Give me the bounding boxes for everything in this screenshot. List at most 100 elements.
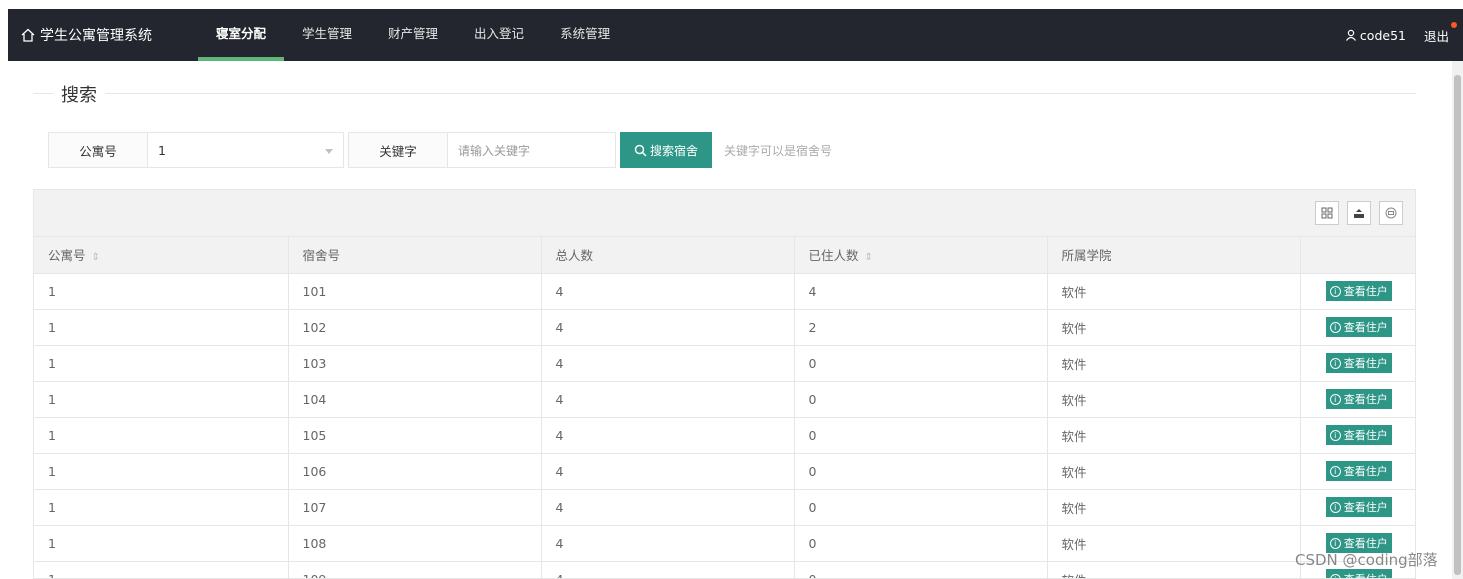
view-residents-button[interactable]: i查看住户 bbox=[1325, 497, 1392, 517]
cell-apartment: 1 bbox=[34, 561, 289, 578]
col-header-total: 总人数 bbox=[541, 237, 795, 274]
cell-apartment: 1 bbox=[34, 453, 289, 490]
cell-actions: i查看住户 bbox=[1300, 453, 1415, 490]
cell-actions: i查看住户 bbox=[1300, 345, 1415, 382]
cell-college: 软件 bbox=[1047, 345, 1301, 382]
cell-apartment: 1 bbox=[34, 381, 289, 418]
col-header-apartment[interactable]: 公寓号 ⇕ bbox=[34, 237, 289, 274]
view-residents-button[interactable]: i查看住户 bbox=[1325, 317, 1392, 337]
export-icon[interactable] bbox=[1347, 201, 1371, 225]
nav-item-property-manage[interactable]: 财产管理 bbox=[370, 9, 456, 61]
cell-room: 101 bbox=[288, 273, 542, 310]
logout-link[interactable]: 退出 bbox=[1423, 21, 1457, 45]
view-residents-button[interactable]: i查看住户 bbox=[1325, 281, 1392, 301]
cell-college: 软件 bbox=[1047, 453, 1301, 490]
cell-occupied: 2 bbox=[794, 309, 1048, 346]
dorm-table: 公寓号 ⇕ 宿舍号 总人数 已住人数 ⇕ 所属学院 1 101 4 4 软件 i 查看住户 1 10… bbox=[33, 189, 1416, 579]
cell-apartment: 1 bbox=[34, 489, 289, 526]
search-button-label: 搜索宿舍 bbox=[650, 143, 699, 158]
username: code51 bbox=[1359, 27, 1406, 43]
table-row: 1 102 4 2 软件 i 查看住户 bbox=[34, 309, 1415, 346]
watermark: CSDN @coding部落 bbox=[1295, 551, 1438, 569]
cell-occupied: 0 bbox=[794, 417, 1048, 454]
info-icon: i bbox=[1329, 537, 1341, 549]
nav-item-dorm-assign[interactable]: 寝室分配 bbox=[198, 9, 285, 61]
scrollbar-thumb[interactable] bbox=[1454, 75, 1461, 575]
info-icon: i bbox=[1329, 321, 1341, 333]
columns-icon[interactable] bbox=[1315, 201, 1339, 225]
keyword-input[interactable]: 请输入关键字 bbox=[448, 132, 616, 168]
nav-item-access-log[interactable]: 出入登记 bbox=[456, 9, 542, 61]
cell-occupied: 0 bbox=[794, 489, 1048, 526]
table-row: 1 105 4 0 软件 i 查看住户 bbox=[34, 417, 1415, 454]
table-row: 1 107 4 0 软件 i 查看住户 bbox=[34, 489, 1415, 526]
brand-title: 学生公寓管理系统 bbox=[40, 28, 152, 44]
col-header-room: 宿舍号 bbox=[288, 237, 542, 274]
view-residents-button[interactable]: i查看住户 bbox=[1325, 425, 1392, 445]
cell-total: 4 bbox=[541, 453, 795, 490]
view-residents-label: 查看住户 bbox=[1343, 465, 1388, 478]
cell-total: 4 bbox=[541, 381, 795, 418]
search-icon bbox=[634, 144, 647, 157]
nav-item-student-manage[interactable]: 学生管理 bbox=[284, 9, 370, 61]
cell-occupied: 0 bbox=[794, 453, 1048, 490]
cell-total: 4 bbox=[541, 309, 795, 346]
user-menu[interactable]: code51 bbox=[1345, 28, 1406, 43]
sort-icon: ⇕ bbox=[864, 252, 873, 264]
cell-apartment: 1 bbox=[34, 345, 289, 382]
dorm-data-table: 公寓号 ⇕ 宿舍号 总人数 已住人数 ⇕ 所属学院 1 101 4 4 软件 i 查看住户 1 10… bbox=[34, 237, 1415, 578]
cell-actions: i查看住户 bbox=[1300, 489, 1415, 526]
info-icon: i bbox=[1329, 501, 1341, 513]
view-residents-label: 查看住户 bbox=[1343, 393, 1388, 406]
search-dorm-button[interactable]: 搜索宿舍 bbox=[620, 132, 713, 168]
view-residents-button[interactable]: i查看住户 bbox=[1325, 461, 1392, 481]
info-icon: i bbox=[1329, 357, 1341, 369]
cell-room: 109 bbox=[288, 561, 542, 578]
nav-right: code51 退出 bbox=[1345, 9, 1457, 61]
print-icon[interactable] bbox=[1379, 201, 1403, 225]
user-icon bbox=[1345, 29, 1356, 41]
cell-occupied: 0 bbox=[794, 561, 1048, 578]
cell-apartment: 1 bbox=[34, 417, 289, 454]
col-header-occupied[interactable]: 已住人数 ⇕ bbox=[794, 237, 1048, 274]
cell-college: 软件 bbox=[1047, 309, 1301, 346]
info-icon: i bbox=[1329, 285, 1341, 297]
notification-dot bbox=[1451, 21, 1457, 28]
cell-apartment: 1 bbox=[34, 273, 289, 310]
cell-actions: i查看住户 bbox=[1300, 381, 1415, 418]
table-row: 110940软件 i查看住户 bbox=[34, 561, 1415, 578]
cell-total: 4 bbox=[541, 489, 795, 526]
view-residents-label: 查看住户 bbox=[1343, 429, 1388, 442]
cell-actions: i查看住户 bbox=[1300, 417, 1415, 454]
cell-college: 软件 bbox=[1047, 525, 1301, 562]
view-residents-button[interactable]: i查看住户 bbox=[1325, 389, 1392, 409]
main-nav: 寝室分配 学生管理 财产管理 出入登记 系统管理 bbox=[198, 9, 628, 61]
view-residents-button[interactable]: i查看住户 bbox=[1325, 569, 1392, 578]
brand[interactable]: 学生公寓管理系统 bbox=[20, 9, 152, 61]
search-hint: 关键字可以是宿舍号 bbox=[724, 143, 833, 158]
cell-room: 103 bbox=[288, 345, 542, 382]
cell-room: 106 bbox=[288, 453, 542, 490]
cell-total: 4 bbox=[541, 273, 795, 310]
cell-college: 软件 bbox=[1047, 381, 1301, 418]
cell-college: 软件 bbox=[1047, 273, 1301, 310]
apartment-select-value: 1 bbox=[158, 142, 166, 158]
view-residents-label: 查看住户 bbox=[1343, 501, 1388, 514]
table-row: 1 108 4 0 软件 i 查看住户 bbox=[34, 525, 1415, 562]
keyword-label: 关键字 bbox=[348, 132, 448, 168]
top-navbar: 学生公寓管理系统 寝室分配 学生管理 财产管理 出入登记 系统管理 code51… bbox=[8, 9, 1463, 61]
page-scrollbar[interactable] bbox=[1452, 61, 1463, 579]
table-toolbar bbox=[34, 190, 1415, 237]
cell-college: 软件 bbox=[1047, 561, 1301, 578]
view-residents-button[interactable]: i查看住户 bbox=[1325, 353, 1392, 373]
table-row: 1 106 4 0 软件 i 查看住户 bbox=[34, 453, 1415, 490]
nav-item-system-manage[interactable]: 系统管理 bbox=[542, 9, 628, 61]
cell-apartment: 1 bbox=[34, 525, 289, 562]
search-legend: 搜索 bbox=[53, 81, 105, 107]
cell-total: 4 bbox=[541, 345, 795, 382]
cell-room: 104 bbox=[288, 381, 542, 418]
logout-label: 退出 bbox=[1423, 28, 1449, 44]
apartment-select[interactable]: 1 bbox=[148, 132, 344, 168]
cell-total: 4 bbox=[541, 525, 795, 562]
cell-actions: i查看住户 bbox=[1300, 309, 1415, 346]
